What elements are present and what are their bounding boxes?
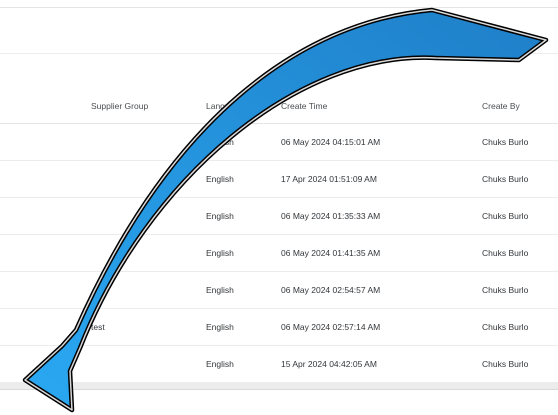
table-row[interactable]: English 06 May 2024 02:54:57 AM Chuks Bu… xyxy=(0,272,558,309)
footer-divider xyxy=(0,389,558,390)
cell-language: English xyxy=(206,322,234,332)
column-header-create-by[interactable]: Create By xyxy=(482,88,520,123)
supplier-table: Supplier Group Language Create Time Crea… xyxy=(0,88,558,383)
column-header-language[interactable]: Language xyxy=(206,88,244,123)
cell-create-time: 06 May 2024 02:54:57 AM xyxy=(281,285,381,295)
top-divider xyxy=(0,7,558,8)
cell-language: English xyxy=(206,137,234,147)
cell-create-by: Chuks Burlo xyxy=(482,359,529,369)
cell-create-time: 15 Apr 2024 04:42:05 AM xyxy=(281,359,377,369)
toolbar-divider xyxy=(0,53,558,54)
cell-create-by: Chuks Burlo xyxy=(482,174,529,184)
cell-language: English xyxy=(206,285,234,295)
table-row[interactable]: English 15 Apr 2024 04:42:05 AM Chuks Bu… xyxy=(0,346,558,383)
cell-create-by: Chuks Burlo xyxy=(482,285,529,295)
table-header: Supplier Group Language Create Time Crea… xyxy=(0,88,558,124)
cell-create-by: Chuks Burlo xyxy=(482,137,529,147)
cell-language: English xyxy=(206,211,234,221)
table-row[interactable]: English 06 May 2024 04:15:01 AM Chuks Bu… xyxy=(0,124,558,161)
column-header-supplier-group[interactable]: Supplier Group xyxy=(91,88,148,123)
cell-create-by: Chuks Burlo xyxy=(482,211,529,221)
cell-create-time: 06 May 2024 04:15:01 AM xyxy=(281,137,381,147)
table-row[interactable]: English 06 May 2024 01:41:35 AM Chuks Bu… xyxy=(0,235,558,272)
table-row[interactable]: English 17 Apr 2024 01:51:09 AM Chuks Bu… xyxy=(0,161,558,198)
cell-create-time: 06 May 2024 02:57:14 AM xyxy=(281,322,381,332)
cell-create-time: 17 Apr 2024 01:51:09 AM xyxy=(281,174,377,184)
cell-language: English xyxy=(206,174,234,184)
cell-language: English xyxy=(206,248,234,258)
table-row[interactable]: English 06 May 2024 01:35:33 AM Chuks Bu… xyxy=(0,198,558,235)
cell-create-by: Chuks Burlo xyxy=(482,322,529,332)
cell-supplier-group: test xyxy=(91,322,105,332)
column-header-create-time[interactable]: Create Time xyxy=(281,88,327,123)
cell-language: English xyxy=(206,359,234,369)
table-row[interactable]: test English 06 May 2024 02:57:14 AM Chu… xyxy=(0,309,558,346)
cell-create-time: 06 May 2024 01:35:33 AM xyxy=(281,211,381,221)
cell-create-time: 06 May 2024 01:41:35 AM xyxy=(281,248,381,258)
cell-create-by: Chuks Burlo xyxy=(482,248,529,258)
